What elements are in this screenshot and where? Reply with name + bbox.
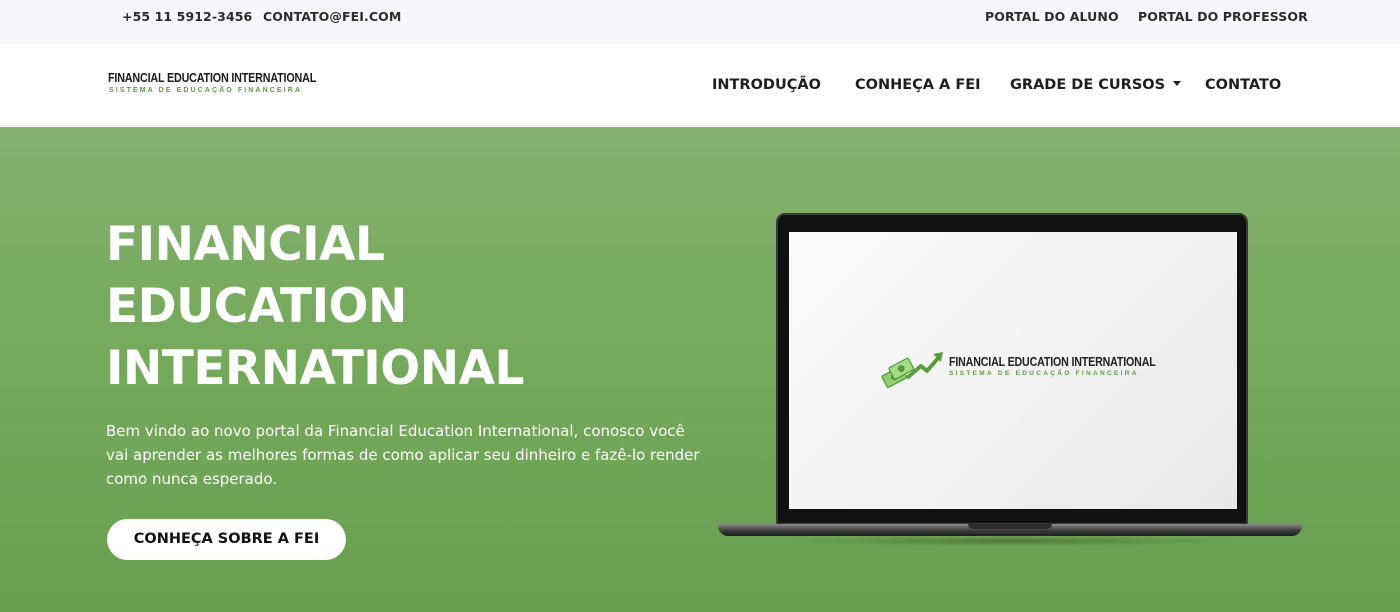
laptop-screen: FINANCIAL EDUCATION INTERNATIONAL SISTEM…: [789, 232, 1237, 509]
top-bar: +55 11 5912-3456 CONTATO@FEI.COM PORTAL …: [0, 0, 1400, 44]
main-navbar: FINANCIAL EDUCATION INTERNATIONAL SISTEM…: [0, 44, 1400, 126]
hero-section: FINANCIAL EDUCATION INTERNATIONAL Bem vi…: [0, 127, 1400, 612]
money-arrow-up-icon: [881, 352, 943, 388]
phone-number[interactable]: +55 11 5912-3456: [122, 9, 252, 24]
screen-logo-subtitle: SISTEMA DE EDUCAÇÃO FINANCEIRA: [949, 370, 1139, 377]
laptop-notch: [968, 524, 1052, 529]
nav-conheca-a-fei[interactable]: CONHEÇA A FEI: [855, 77, 981, 93]
nav-grade-label: GRADE DE CURSOS: [1010, 77, 1166, 93]
hero-description: Bem vindo ao novo portal da Financial Ed…: [106, 422, 700, 488]
nav-grade-de-cursos[interactable]: GRADE DE CURSOS: [1010, 77, 1182, 93]
contact-email-link[interactable]: CONTATO@FEI.COM: [263, 9, 401, 24]
hero-title: FINANCIAL EDUCATION INTERNATIONAL: [106, 214, 666, 400]
brand-title: FINANCIAL EDUCATION INTERNATIONAL: [108, 71, 317, 85]
laptop-mockup: FINANCIAL EDUCATION INTERNATIONAL SISTEM…: [718, 213, 1302, 553]
hero-title-line-3: INTERNATIONAL: [106, 341, 524, 396]
hero-title-line-2: EDUCATION: [106, 279, 407, 334]
laptop-lid: FINANCIAL EDUCATION INTERNATIONAL SISTEM…: [776, 213, 1248, 525]
nav-introducao[interactable]: INTRODUÇÃO: [712, 77, 821, 93]
portal-professor-link[interactable]: PORTAL DO PROFESSOR: [1138, 9, 1308, 24]
screen-logo: FINANCIAL EDUCATION INTERNATIONAL SISTEM…: [881, 348, 1171, 388]
nav-contato[interactable]: CONTATO: [1205, 77, 1281, 93]
portal-aluno-link[interactable]: PORTAL DO ALUNO: [985, 9, 1119, 24]
conheca-sobre-a-fei-button[interactable]: CONHEÇA SOBRE A FEI: [107, 519, 346, 560]
screen-logo-title: FINANCIAL EDUCATION INTERNATIONAL: [949, 354, 1156, 369]
brand-subtitle: SISTEMA DE EDUCAÇÃO FINANCEIRA: [109, 87, 303, 94]
hero-title-line-1: FINANCIAL: [106, 217, 385, 272]
laptop-shadow: [778, 536, 1242, 546]
chevron-down-icon: [1173, 80, 1182, 86]
